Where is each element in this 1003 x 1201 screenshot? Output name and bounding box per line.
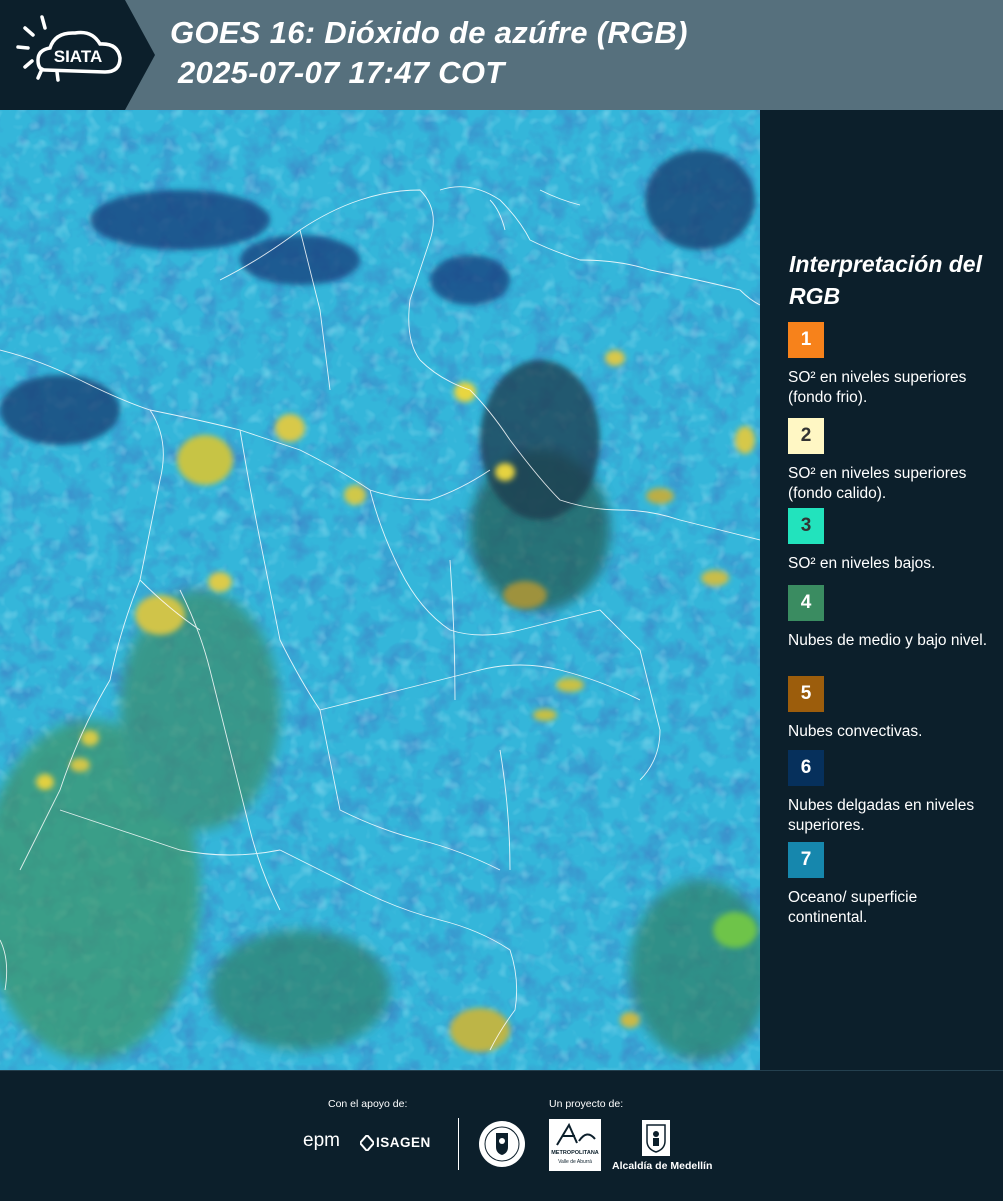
footer: Con el apoyo de: Un proyecto de: epm ISA…	[0, 1070, 1003, 1201]
area-line2: Valle de Aburrá	[558, 1159, 592, 1165]
epm-logo[interactable]: epm	[303, 1130, 340, 1152]
legend-swatch-6: 6	[788, 750, 824, 786]
legend-swatch-3: 3	[788, 508, 824, 544]
isagen-icon	[360, 1135, 374, 1151]
legend-label-5: Nubes convectivas.	[788, 723, 923, 740]
legend-swatch-2: 2	[788, 418, 824, 454]
legend-swatch-5: 5	[788, 676, 824, 712]
logo-text: SIATA	[54, 47, 102, 66]
legend-panel: Interpretación del RGB 1 SO² en niveles …	[760, 110, 1003, 1070]
legend-label-1: SO² en niveles superiores (fondo frio).	[788, 369, 967, 406]
legend-item-4: 4 Nubes de medio y bajo nivel.	[788, 585, 988, 651]
support-label: Con el apoyo de:	[328, 1098, 408, 1110]
page-title: GOES 16: Dióxido de azúfre (RGB)	[170, 15, 688, 50]
legend-item-2: 2 SO² en niveles superiores (fondo calid…	[788, 418, 988, 516]
legend-label-4: Nubes de medio y bajo nivel.	[788, 632, 988, 649]
legend-swatch-7: 7	[788, 842, 824, 878]
area-line1: METROPOLITANA	[551, 1150, 599, 1156]
satellite-map-svg	[0, 110, 760, 1070]
project-label: Un proyecto de:	[549, 1098, 624, 1110]
legend-item-7: 7 Oceano/ superficie continental.	[788, 842, 988, 928]
legend-item-6: 6 Nubes delgadas en niveles superiores.	[788, 750, 988, 836]
alcaldia-text: Alcaldía de Medellín	[612, 1160, 713, 1172]
header-bar: SIATA GOES 16: Dióxido de azúfre (RGB) 2…	[0, 0, 1003, 110]
satellite-map[interactable]	[0, 110, 760, 1070]
isagen-logo[interactable]: ISAGEN	[360, 1133, 440, 1153]
legend-title: Interpretación del RGB	[789, 251, 982, 309]
legend-swatch-1: 1	[788, 322, 824, 358]
legend-item-1: 1 SO² en niveles superiores (fondo frio)…	[788, 322, 988, 408]
legend-item-3: 3 SO² en niveles bajos.	[788, 508, 988, 574]
page-timestamp: 2025-07-07 17:47 COT	[178, 55, 505, 90]
legend-label-7: Oceano/ superficie continental.	[788, 889, 918, 926]
footer-divider	[458, 1118, 459, 1170]
legend-label-3: SO² en niveles bajos.	[788, 555, 936, 572]
area-icon	[556, 1122, 596, 1146]
isagen-text: ISAGEN	[376, 1135, 431, 1150]
legend-swatch-4: 4	[788, 585, 824, 621]
legend-item-5: 5 Nubes convectivas.	[788, 676, 988, 742]
alcaldia-shield-icon[interactable]	[641, 1119, 671, 1162]
legend-label-6: Nubes delgadas en niveles superiores.	[788, 797, 975, 834]
medellin-seal-icon[interactable]	[477, 1119, 527, 1174]
area-metropolitana-logo[interactable]: METROPOLITANA Valle de Aburrá	[549, 1119, 601, 1171]
siata-logo[interactable]: SIATA	[0, 0, 155, 110]
